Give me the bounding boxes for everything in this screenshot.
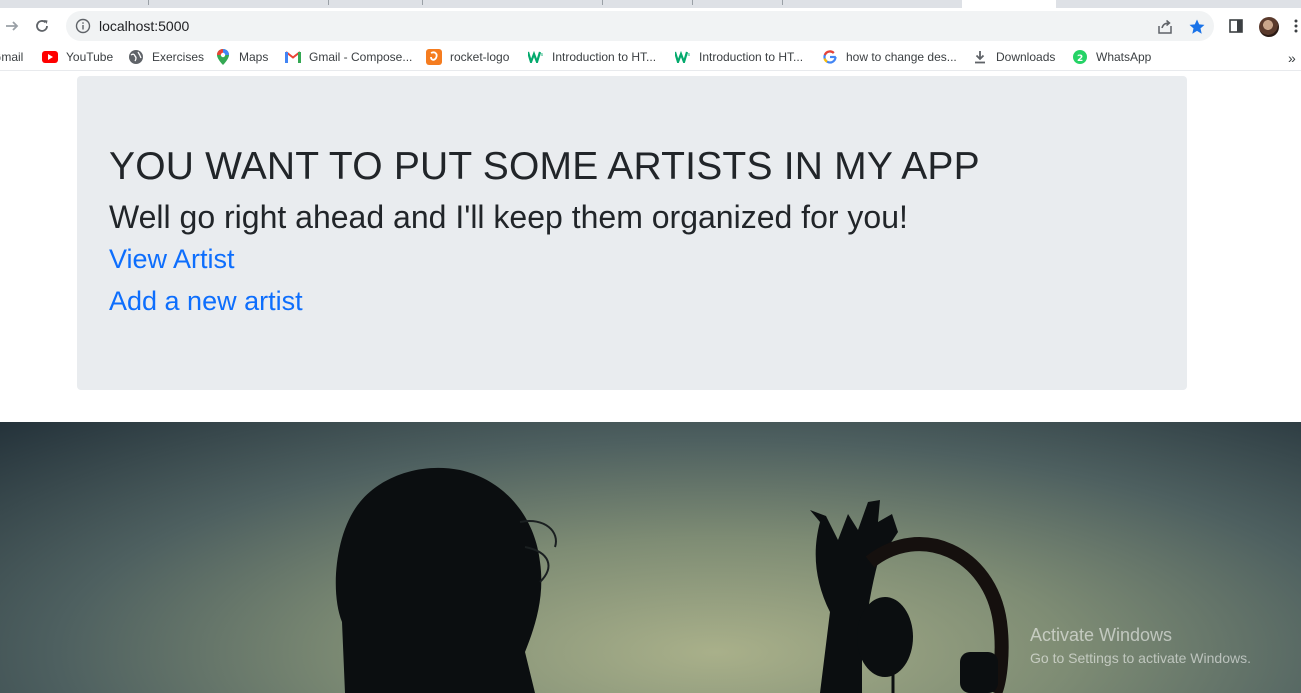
- add-artist-link[interactable]: Add a new artist: [109, 286, 303, 317]
- tab-separator: [148, 0, 149, 5]
- bookmark-label: Exercises: [152, 50, 205, 64]
- reload-button[interactable]: [30, 14, 54, 38]
- svg-text:s: s: [688, 52, 691, 58]
- bookmark-label: Introduction to HT...: [552, 50, 657, 64]
- maps-pin-icon: [215, 49, 231, 65]
- bookmark-label: Downloads: [996, 50, 1056, 64]
- w3-icon: s: [675, 49, 691, 65]
- whatsapp-icon: 2: [1072, 49, 1088, 65]
- bookmark-whatsapp[interactable]: 2 WhatsApp: [1072, 48, 1151, 66]
- bookmark-label: rocket-logo: [450, 50, 510, 64]
- bookmark-intro-html-2[interactable]: s Introduction to HT...: [675, 48, 803, 66]
- tab-separator: [692, 0, 693, 5]
- w3-icon: s: [528, 49, 544, 65]
- bookmark-label: WhatsApp: [1096, 50, 1152, 64]
- forward-button[interactable]: [0, 14, 24, 38]
- share-icon[interactable]: [1156, 18, 1174, 36]
- google-icon: [822, 49, 838, 65]
- bookmark-google-search[interactable]: how to change des...: [822, 48, 957, 66]
- hero-jumbotron: YOU WANT TO PUT SOME ARTISTS IN MY APP W…: [77, 76, 1187, 390]
- page-title: YOU WANT TO PUT SOME ARTISTS IN MY APP: [109, 145, 980, 188]
- bookmark-maps[interactable]: Maps: [215, 48, 268, 66]
- menu-button[interactable]: [1290, 16, 1301, 36]
- address-bar[interactable]: localhost:5000: [66, 11, 1214, 41]
- watermark-title: Activate Windows: [1030, 625, 1173, 645]
- tab-separator: [782, 0, 783, 5]
- bookmark-label: how to change des...: [846, 50, 957, 64]
- bookmarks-bar: Gmail YouTube Exercises Maps Gmail - Com…: [0, 44, 1301, 71]
- forward-arrow-icon: [6, 21, 19, 31]
- bookmark-downloads[interactable]: Downloads: [972, 48, 1055, 66]
- gmail-icon: [285, 49, 301, 65]
- tab-separator: [422, 0, 423, 5]
- windows-activation-watermark: Activate Windows Go to Settings to activ…: [1030, 625, 1251, 667]
- url-text[interactable]: localhost:5000: [99, 18, 189, 34]
- bookmark-star-icon[interactable]: [1188, 18, 1206, 36]
- bookmark-exercises[interactable]: Exercises: [128, 48, 204, 66]
- active-tab[interactable]: [962, 0, 1056, 8]
- reload-icon: [36, 20, 48, 32]
- bookmark-intro-html-1[interactable]: s Introduction to HT...: [528, 48, 656, 66]
- side-panel-button[interactable]: [1226, 16, 1246, 36]
- tab-strip: [0, 0, 1301, 8]
- bookmark-label: Gmail: [0, 50, 24, 64]
- bookmark-youtube[interactable]: YouTube: [42, 48, 113, 66]
- bookmark-gmail-compose[interactable]: Gmail - Compose...: [285, 48, 412, 66]
- svg-text:2: 2: [1077, 54, 1083, 64]
- browser-toolbar: localhost:5000: [0, 8, 1301, 44]
- page-subtitle: Well go right ahead and I'll keep them o…: [109, 199, 908, 235]
- bookmark-label: Gmail - Compose...: [309, 50, 413, 64]
- bookmark-label: Introduction to HT...: [699, 50, 804, 64]
- bookmarks-overflow-button[interactable]: »: [1288, 50, 1296, 66]
- tab-separator: [328, 0, 329, 5]
- side-panel-icon: [1229, 19, 1243, 33]
- orange-app-icon: [426, 49, 442, 65]
- svg-text:s: s: [541, 52, 544, 58]
- bookmark-label: YouTube: [66, 50, 114, 64]
- download-icon: [972, 49, 988, 65]
- globe-icon: [128, 49, 144, 65]
- tab-separator: [602, 0, 603, 5]
- profile-avatar[interactable]: [1259, 17, 1279, 37]
- bookmark-label: Maps: [239, 50, 269, 64]
- bookmark-gmail[interactable]: Gmail: [0, 48, 23, 66]
- kebab-menu-icon: [1294, 19, 1298, 33]
- youtube-icon: [42, 49, 58, 65]
- site-info-icon[interactable]: [75, 18, 91, 34]
- bookmark-rocket-logo[interactable]: rocket-logo: [426, 48, 509, 66]
- watermark-subtitle: Go to Settings to activate Windows.: [1030, 650, 1251, 666]
- view-artist-link[interactable]: View Artist: [109, 244, 235, 275]
